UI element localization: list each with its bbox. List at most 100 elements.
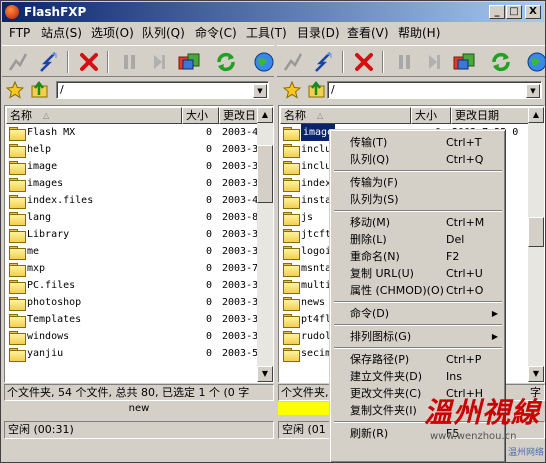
menu-item-label: 排列图标(G) <box>350 330 412 343</box>
left-file-row[interactable]: image 0 2003-3 <box>6 158 258 175</box>
left-file-row[interactable]: windows 0 2003-3 <box>6 328 258 345</box>
right-path-dropdown-icon[interactable]: ▼ <box>526 84 540 98</box>
menu-ftp[interactable]: FTP <box>9 26 30 41</box>
context-menu-item[interactable]: 队列为(S) <box>333 191 503 208</box>
menu-queue[interactable]: 队列(Q) <box>142 26 185 41</box>
scroll-up-icon[interactable]: ▲ <box>257 107 273 123</box>
menu-tools[interactable]: 工具(T) <box>246 26 287 41</box>
right-path-input[interactable]: / ▼ <box>327 81 542 99</box>
right-pause-button[interactable] <box>390 48 418 76</box>
title-bar[interactable]: FlashFXP _ □ X <box>2 2 544 22</box>
favorites-button[interactable] <box>4 79 26 101</box>
globe-icon <box>527 52 545 72</box>
watermark: 溫州視線 www.wenzhou.cn 温州网络 <box>396 391 545 462</box>
file-name: Templates <box>27 314 82 325</box>
context-menu-item[interactable]: 属性 (CHMOD)(O) Ctrl+O <box>333 282 503 299</box>
right-col-size[interactable]: 大小 <box>411 107 451 124</box>
left-file-row[interactable]: yanjiu 0 2003-5 <box>6 345 258 362</box>
pause-button[interactable] <box>115 48 143 76</box>
scroll-down-icon[interactable]: ▼ <box>257 366 273 382</box>
context-menu-item[interactable]: 保存路径(P) Ctrl+P <box>333 351 503 368</box>
file-name: index <box>301 178 332 189</box>
menu-commands[interactable]: 命令(C) <box>195 26 237 41</box>
folder-icon <box>283 246 300 260</box>
context-menu-item[interactable]: 队列(Q) Ctrl+Q <box>333 151 503 168</box>
left-file-list[interactable]: 名称 △ 大小 更改日 Flash MX 0 2003-4 help 0 2003-3 im… <box>4 105 274 383</box>
left-path-input[interactable]: / ▼ <box>56 81 269 99</box>
right-globe-button[interactable] <box>523 48 545 76</box>
right-scroll-thumb[interactable] <box>528 217 544 247</box>
left-file-row[interactable]: help 0 2003-3 <box>6 141 258 158</box>
right-refresh-button[interactable] <box>487 48 515 76</box>
left-col-size[interactable]: 大小 <box>182 107 219 124</box>
menu-help[interactable]: 帮助(H) <box>398 26 440 41</box>
left-scroll-thumb[interactable] <box>257 145 273 203</box>
context-menu-item[interactable]: 建立文件夹(D) Ins <box>333 368 503 385</box>
left-file-row[interactable]: mxp 0 2003-7 <box>6 260 258 277</box>
scroll-up-icon[interactable]: ▲ <box>528 107 544 123</box>
left-file-row[interactable]: Templates 0 2003-3 <box>6 311 258 328</box>
context-menu-item[interactable]: 复制 URL(U) Ctrl+U <box>333 265 503 282</box>
folder-icon <box>283 195 300 209</box>
file-name: index.files <box>27 195 94 206</box>
menu-separator <box>334 210 502 212</box>
left-col-name[interactable]: 名称 △ <box>6 107 182 124</box>
left-col-date[interactable]: 更改日 <box>219 107 261 124</box>
skip-button[interactable] <box>145 48 173 76</box>
context-menu-item[interactable]: 传输为(F) <box>333 174 503 191</box>
right-abort-button[interactable] <box>350 48 378 76</box>
menu-directory[interactable]: 目录(D) <box>297 26 340 41</box>
context-menu-item[interactable]: 重命名(N) F2 <box>333 248 503 265</box>
menu-item-shortcut: Ctrl+U <box>446 267 483 280</box>
abort-button[interactable] <box>75 48 103 76</box>
left-file-row[interactable]: photoshop 0 2003-3 <box>6 294 258 311</box>
menu-view[interactable]: 查看(V) <box>347 26 389 41</box>
left-file-row[interactable]: me 0 2003-3 <box>6 243 258 260</box>
left-scrollbar[interactable]: ▲ ▼ <box>257 107 273 382</box>
sort-asc-icon: △ <box>317 111 324 120</box>
refresh-button[interactable] <box>212 48 240 76</box>
menu-sites[interactable]: 站点(S) <box>41 26 82 41</box>
globe-button[interactable] <box>250 48 278 76</box>
left-path-value: / <box>60 83 64 96</box>
quick-connect-button[interactable] <box>34 48 62 76</box>
left-file-row[interactable]: Flash MX 0 2003-4 <box>6 124 258 141</box>
left-file-row[interactable]: PC.files 0 2003-3 <box>6 277 258 294</box>
right-transfer-button[interactable] <box>450 48 478 76</box>
left-file-row[interactable]: Library 0 2003-3 <box>6 226 258 243</box>
maximize-button[interactable]: □ <box>506 5 522 19</box>
file-size: 0 <box>205 348 212 359</box>
file-size: 0 <box>205 297 212 308</box>
right-connect-button[interactable] <box>279 48 307 76</box>
file-size: 0 <box>205 331 212 342</box>
transfer-button[interactable] <box>175 48 203 76</box>
context-menu-item[interactable]: 命令(D) ▶ <box>333 305 503 322</box>
right-parent-folder-button[interactable] <box>306 79 328 101</box>
parent-folder-button[interactable] <box>29 79 51 101</box>
right-favorites-button[interactable] <box>281 79 303 101</box>
minimize-button[interactable]: _ <box>489 5 505 19</box>
left-file-row[interactable]: index.files 0 2003-4 <box>6 192 258 209</box>
left-file-row[interactable]: lang 0 2003-8 <box>6 209 258 226</box>
folder-icon <box>283 161 300 175</box>
menu-options[interactable]: 选项(O) <box>91 26 134 41</box>
left-file-row[interactable]: images 0 2003-3 <box>6 175 258 192</box>
connect-button[interactable] <box>4 48 32 76</box>
right-col-date[interactable]: 更改日期 <box>451 107 531 124</box>
file-size: 0 <box>205 229 212 240</box>
file-size: 0 <box>205 314 212 325</box>
right-scrollbar[interactable]: ▲ ▼ <box>528 107 544 382</box>
right-col-name[interactable]: 名称 △ <box>280 107 411 124</box>
right-quick-connect-button[interactable] <box>309 48 337 76</box>
context-menu-item[interactable]: 传输(T) Ctrl+T <box>333 134 503 151</box>
left-path-dropdown-icon[interactable]: ▼ <box>253 84 267 98</box>
context-menu-item[interactable]: 排列图标(G) ▶ <box>333 328 503 345</box>
skip-icon <box>154 55 165 69</box>
right-skip-button[interactable] <box>420 48 448 76</box>
scroll-down-icon[interactable]: ▼ <box>528 366 544 382</box>
context-menu-item[interactable]: 移动(M) Ctrl+M <box>333 214 503 231</box>
context-menu-item[interactable]: 删除(L) Del <box>333 231 503 248</box>
menu-item-shortcut: F2 <box>446 250 460 263</box>
close-button[interactable]: X <box>525 5 541 19</box>
file-size: 0 <box>205 280 212 291</box>
